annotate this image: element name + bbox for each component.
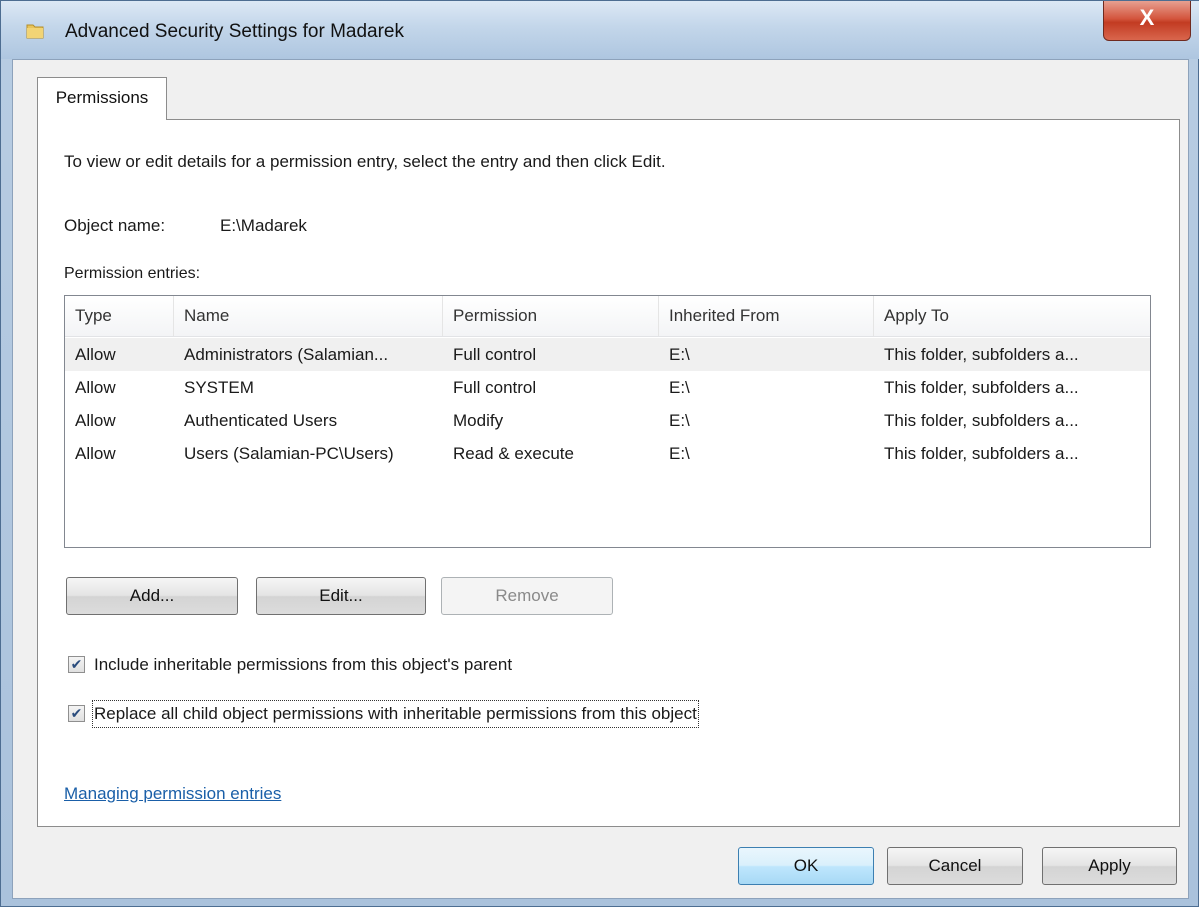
ok-button[interactable]: OK (738, 847, 874, 885)
table-row[interactable]: Allow SYSTEM Full control E:\ This folde… (65, 371, 1150, 404)
permissions-tab-panel: To view or edit details for a permission… (37, 119, 1180, 827)
cell-apply-to: This folder, subfolders a... (884, 378, 1079, 397)
column-header-name[interactable]: Name (174, 296, 443, 336)
cancel-button[interactable]: Cancel (887, 847, 1023, 885)
cell-name: Authenticated Users (184, 411, 338, 430)
column-header-type[interactable]: Type (65, 296, 174, 336)
cell-permission: Modify (453, 411, 504, 430)
cell-permission: Read & execute (453, 444, 574, 463)
cell-inherited-from: E:\ (669, 444, 690, 463)
column-header-apply-to[interactable]: Apply To (874, 296, 1150, 336)
cell-type: Allow (75, 411, 116, 430)
edit-button[interactable]: Edit... (256, 577, 426, 615)
security-settings-window: Advanced Security Settings for Madarek X… (0, 0, 1199, 907)
instructions-text: To view or edit details for a permission… (64, 152, 666, 171)
cell-type: Allow (75, 444, 116, 463)
table-row[interactable]: Allow Authenticated Users Modify E:\ Thi… (65, 404, 1150, 437)
cell-inherited-from: E:\ (669, 345, 690, 364)
managing-permission-entries-link[interactable]: Managing permission entries (64, 784, 281, 804)
table-row[interactable]: Allow Users (Salamian-PC\Users) Read & e… (65, 437, 1150, 470)
window-title: Advanced Security Settings for Madarek (65, 21, 405, 42)
cell-name: Administrators (Salamian... (184, 345, 389, 364)
permission-entries-list[interactable]: Type Name Permission Inherited From Appl… (64, 295, 1151, 548)
cell-apply-to: This folder, subfolders a... (884, 411, 1079, 430)
apply-button[interactable]: Apply (1042, 847, 1177, 885)
dialog-client-area: Permissions To view or edit details for … (12, 59, 1189, 899)
replace-child-checkbox[interactable]: ✔ (68, 705, 85, 722)
permission-entries-label: Permission entries: (64, 265, 201, 282)
cell-permission: Full control (453, 345, 537, 364)
cell-name: Users (Salamian-PC\Users) (184, 444, 394, 463)
cell-name: SYSTEM (184, 378, 254, 397)
include-inheritable-label[interactable]: Include inheritable permissions from thi… (94, 653, 512, 677)
close-button[interactable]: X (1103, 1, 1191, 41)
cell-apply-to: This folder, subfolders a... (884, 345, 1079, 364)
column-header-permission[interactable]: Permission (443, 296, 659, 336)
remove-button[interactable]: Remove (441, 577, 613, 615)
replace-child-checkbox-row[interactable]: ✔ Replace all child object permissions w… (68, 700, 848, 728)
cell-apply-to: This folder, subfolders a... (884, 444, 1079, 463)
include-inheritable-checkbox[interactable]: ✔ (68, 656, 85, 673)
folder-icon (26, 24, 44, 39)
cell-permission: Full control (453, 378, 537, 397)
table-row[interactable]: Allow Administrators (Salamian... Full c… (65, 338, 1150, 371)
object-name-label: Object name: (64, 216, 166, 235)
cell-type: Allow (75, 378, 116, 397)
cell-type: Allow (75, 345, 116, 364)
cell-inherited-from: E:\ (669, 378, 690, 397)
include-inheritable-checkbox-row[interactable]: ✔ Include inheritable permissions from t… (68, 653, 628, 679)
column-header-inherited-from[interactable]: Inherited From (659, 296, 874, 336)
replace-child-label[interactable]: Replace all child object permissions wit… (92, 700, 699, 728)
list-header: Type Name Permission Inherited From Appl… (65, 296, 1150, 337)
cell-inherited-from: E:\ (669, 411, 690, 430)
title-bar[interactable]: Advanced Security Settings for Madarek X (1, 1, 1199, 59)
object-name-value: E:\Madarek (220, 216, 307, 235)
add-button[interactable]: Add... (66, 577, 238, 615)
tab-permissions[interactable]: Permissions (37, 77, 167, 120)
